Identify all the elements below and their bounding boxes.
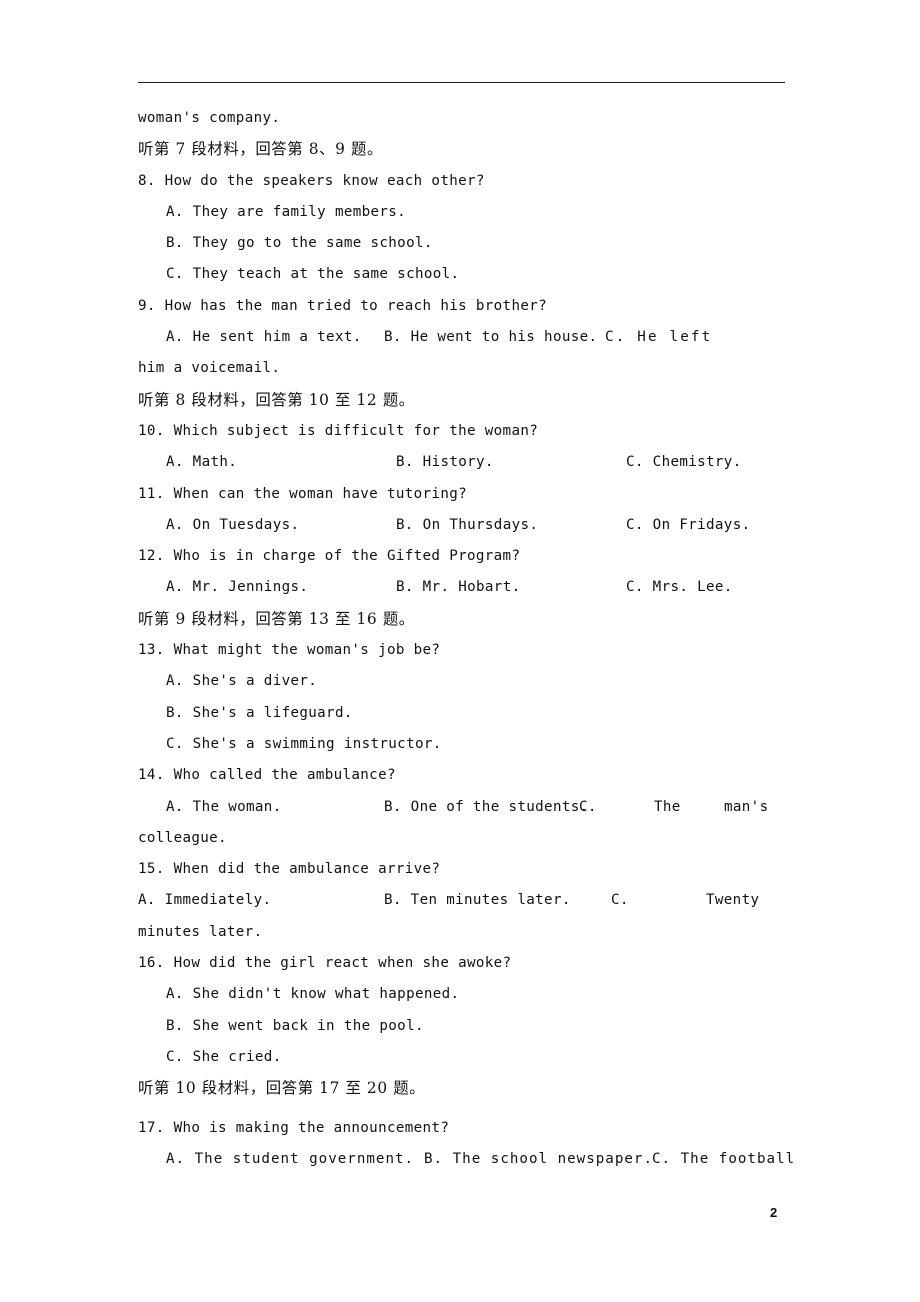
option-8-c[interactable]: C. They teach at the same school. [138,259,785,290]
option-10-a[interactable]: A. Math. [166,447,396,478]
option-14-b[interactable]: B. One of the students. [384,792,588,823]
question-stem-16: 16. How did the girl react when she awok… [138,955,512,972]
option-row-11: A. On Tuesdays. B. On Thursdays. C. On Fri… [138,510,785,541]
option-11-a[interactable]: A. On Tuesdays. [166,510,396,541]
option-8-b[interactable]: B. They go to the same school. [138,228,785,259]
option-14-a[interactable]: A. The woman. [166,792,384,823]
option-9-b[interactable]: B. He went to his house. [384,322,605,353]
page-number: 2 [770,1205,778,1220]
option-14-c-continuation[interactable]: colleague. [138,823,785,854]
option-9-c-continuation[interactable]: him a voicemail. [138,353,785,384]
option-8-a[interactable]: A. They are family members. [138,197,785,228]
option-row-10: A. Math. B. History. C. Chemistry. [138,447,785,478]
option-17-b[interactable]: B. The school newspaper. [424,1144,652,1175]
option-12-c[interactable]: C. Mrs. Lee. [626,572,733,603]
listening-instruction-10: 听第 10 段材料，回答第 17 至 20 题。 [138,1079,426,1098]
option-13-c[interactable]: C. She's a swimming instructor. [138,729,785,760]
option-row-14: A. The woman. B. One of the students.C. Th… [138,792,785,823]
option-13-b[interactable]: B. She's a lifeguard. [138,698,785,729]
option-15-a[interactable]: A. Immediately. [138,885,384,916]
option-row-12: A. Mr. Jennings. B. Mr. Hobart. C. Mrs. Le… [138,572,785,603]
carryover-text: woman's company. [138,110,281,126]
header-rule [138,82,785,83]
option-12-b[interactable]: B. Mr. Hobart. [396,572,626,603]
question-stem-12: 12. Who is in charge of the Gifted Progr… [138,548,521,565]
option-14-c-word1[interactable]: The [654,792,724,823]
option-17-c[interactable]: C. The football [652,1144,795,1175]
exam-page: woman's company. 听第 7 段材料，回答第 8、9 题。 8. … [0,0,920,1302]
option-16-c[interactable]: C. She cried. [138,1042,785,1073]
option-15-c-label[interactable]: C. [611,885,706,916]
option-16-b[interactable]: B. She went back in the pool. [138,1011,785,1042]
question-stem-14: 14. Who called the ambulance? [138,767,396,784]
option-11-b[interactable]: B. On Thursdays. [396,510,626,541]
option-12-a[interactable]: A. Mr. Jennings. [166,572,396,603]
option-14-c-label[interactable]: C. [579,792,654,823]
option-row-15: A. Immediately. B. Ten minutes later. C. Tw… [138,885,785,916]
question-stem-11: 11. When can the woman have tutoring? [138,485,467,502]
option-16-a[interactable]: A. She didn't know what happened. [138,979,785,1010]
listening-instruction-9: 听第 9 段材料，回答第 13 至 16 题。 [138,609,415,628]
option-9-c[interactable]: C. He left [605,322,712,353]
listening-instruction-7: 听第 7 段材料，回答第 8、9 题。 [138,140,384,159]
option-15-c-continuation[interactable]: minutes later. [138,917,785,948]
question-stem-10: 10. Which subject is difficult for the w… [138,422,539,439]
option-9-a[interactable]: A. He sent him a text. [166,322,384,353]
question-stem-15: 15. When did the ambulance arrive? [138,861,441,878]
option-10-c[interactable]: C. Chemistry. [626,447,742,478]
option-14-c-word2[interactable]: man's [724,792,768,823]
option-10-b[interactable]: B. History. [396,447,626,478]
option-11-c[interactable]: C. On Fridays. [626,510,750,541]
option-row-9: A. He sent him a text. B. He went to his … [138,322,785,353]
option-17-a[interactable]: A. The student government. [166,1144,424,1175]
option-row-17: A. The student government. B. The school … [138,1144,794,1175]
option-15-b[interactable]: B. Ten minutes later. [384,885,611,916]
option-13-a[interactable]: A. She's a diver. [138,666,785,697]
option-15-c-word[interactable]: Twenty [706,885,759,916]
question-stem-17: 17. Who is making the announcement? [138,1119,450,1136]
question-stem-13: 13. What might the woman's job be? [138,642,441,659]
exam-content: woman's company. 听第 7 段材料，回答第 8、9 题。 8. … [138,103,794,1175]
listening-instruction-8: 听第 8 段材料，回答第 10 至 12 题。 [138,390,415,409]
question-stem-8: 8. How do the speakers know each other? [138,172,485,189]
question-stem-9: 9. How has the man tried to reach his br… [138,297,548,314]
